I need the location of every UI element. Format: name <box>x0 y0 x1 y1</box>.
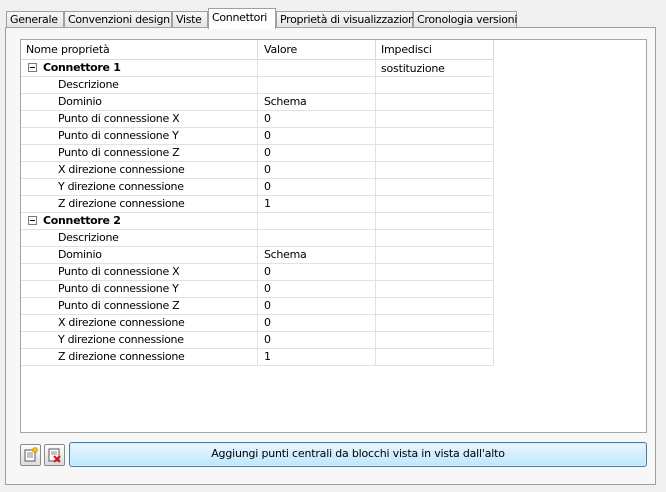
tab-generale[interactable]: Generale <box>6 11 64 28</box>
tab-connettori[interactable]: Connettori <box>208 8 276 29</box>
table-row[interactable]: Z direzione connessione 1 <box>21 196 494 213</box>
property-name: Y direzione connessione <box>21 179 258 195</box>
delete-connector-button[interactable] <box>44 444 65 466</box>
property-name: Punto di connessione Z <box>21 145 258 161</box>
tab-panel: Nome proprietà Valore Impedisci sostituz… <box>5 27 656 485</box>
table-row[interactable]: Punto di connessione Y0 <box>21 128 494 145</box>
table-row[interactable]: Punto di connessione X0 <box>21 111 494 128</box>
tab-cronologia-versioni[interactable]: Cronologia versioni <box>413 11 517 28</box>
group-row[interactable]: Connettore 1 <box>21 60 494 77</box>
group-name: Connettore 2 <box>21 213 258 229</box>
property-value[interactable]: 0 <box>258 281 376 297</box>
prevent-override-cell[interactable] <box>376 196 494 212</box>
table-row[interactable]: Z direzione connessione 1 <box>21 349 494 366</box>
table-row[interactable]: Punto di connessione Y0 <box>21 281 494 298</box>
property-name: Descrizione <box>21 230 258 246</box>
property-name: Y direzione connessione <box>21 332 258 348</box>
tab-proprieta-visualizzazione[interactable]: Proprietà di visualizzazione <box>276 11 421 28</box>
delete-connector-icon <box>48 448 61 463</box>
prevent-override-cell[interactable] <box>376 298 494 314</box>
prevent-override-cell[interactable] <box>376 264 494 280</box>
property-name: Punto di connessione Y <box>21 128 258 144</box>
property-value[interactable]: 0 <box>258 111 376 127</box>
group-value <box>258 213 376 229</box>
table-row[interactable]: Punto di connessione Z0 <box>21 145 494 162</box>
property-name: Punto di connessione Z <box>21 298 258 314</box>
prevent-override-cell[interactable] <box>376 332 494 348</box>
prevent-override-cell[interactable] <box>376 145 494 161</box>
property-value[interactable]: 0 <box>258 315 376 331</box>
grid-header: Nome proprietà Valore Impedisci sostituz… <box>21 40 494 75</box>
prevent-override-cell[interactable] <box>376 349 494 365</box>
property-grid[interactable]: Nome proprietà Valore Impedisci sostituz… <box>20 39 647 433</box>
property-name: Dominio <box>21 94 258 110</box>
prevent-override-cell[interactable] <box>376 281 494 297</box>
table-row[interactable]: X direzione connessione 0 <box>21 315 494 332</box>
table-row[interactable]: Y direzione connessione 0 <box>21 332 494 349</box>
prevent-override-cell[interactable] <box>376 230 494 246</box>
tab-convenzioni-design[interactable]: Convenzioni design <box>64 11 172 28</box>
property-value[interactable]: 0 <box>258 264 376 280</box>
table-row[interactable]: Descrizione <box>21 230 494 247</box>
property-name: Dominio <box>21 247 258 263</box>
property-value[interactable]: 0 <box>258 332 376 348</box>
table-row[interactable]: Punto di connessione Z0 <box>21 298 494 315</box>
group-override <box>376 213 494 229</box>
property-value[interactable]: Schema <box>258 94 376 110</box>
property-name: Punto di connessione X <box>21 264 258 280</box>
property-value[interactable]: 0 <box>258 298 376 314</box>
property-value[interactable]: 0 <box>258 145 376 161</box>
table-row[interactable]: Y direzione connessione 0 <box>21 179 494 196</box>
table-row[interactable]: Descrizione <box>21 77 494 94</box>
property-value[interactable]: 1 <box>258 349 376 365</box>
property-name: Punto di connessione Y <box>21 281 258 297</box>
add-centers-from-plan-view-button[interactable]: Aggiungi punti centrali da blocchi vista… <box>69 442 647 467</box>
property-name: Z direzione connessione <box>21 196 258 212</box>
property-name: X direzione connessione <box>21 315 258 331</box>
column-header-name[interactable]: Nome proprietà <box>21 40 258 59</box>
property-name: Z direzione connessione <box>21 349 258 365</box>
property-value[interactable]: 0 <box>258 162 376 178</box>
property-value[interactable]: 1 <box>258 196 376 212</box>
property-name: X direzione connessione <box>21 162 258 178</box>
property-value[interactable]: 0 <box>258 179 376 195</box>
table-row[interactable]: Punto di connessione X0 <box>21 264 494 281</box>
group-override <box>376 60 494 76</box>
property-value[interactable]: Schema <box>258 247 376 263</box>
table-row[interactable]: X direzione connessione 0 <box>21 162 494 179</box>
table-row[interactable]: Dominio Schema <box>21 94 494 111</box>
group-row[interactable]: Connettore 2 <box>21 213 494 230</box>
property-name: Punto di connessione X <box>21 111 258 127</box>
prevent-override-cell[interactable] <box>376 162 494 178</box>
table-row[interactable]: Dominio Schema <box>21 247 494 264</box>
column-header-prevent-override[interactable]: Impedisci sostituzione <box>376 40 494 75</box>
property-name: Descrizione <box>21 77 258 93</box>
property-value[interactable]: 0 <box>258 128 376 144</box>
group-value <box>258 60 376 76</box>
prevent-override-cell[interactable] <box>376 247 494 263</box>
group-name: Connettore 1 <box>21 60 258 76</box>
add-connector-button[interactable] <box>20 444 41 466</box>
tab-viste[interactable]: Viste <box>172 11 208 28</box>
property-value[interactable] <box>258 77 376 93</box>
prevent-override-cell[interactable] <box>376 128 494 144</box>
prevent-override-cell[interactable] <box>376 179 494 195</box>
prevent-override-cell[interactable] <box>376 94 494 110</box>
prevent-override-cell[interactable] <box>376 111 494 127</box>
column-header-value[interactable]: Valore <box>258 40 376 59</box>
prevent-override-cell[interactable] <box>376 315 494 331</box>
property-value[interactable] <box>258 230 376 246</box>
add-connector-icon <box>24 447 38 462</box>
prevent-override-cell[interactable] <box>376 77 494 93</box>
